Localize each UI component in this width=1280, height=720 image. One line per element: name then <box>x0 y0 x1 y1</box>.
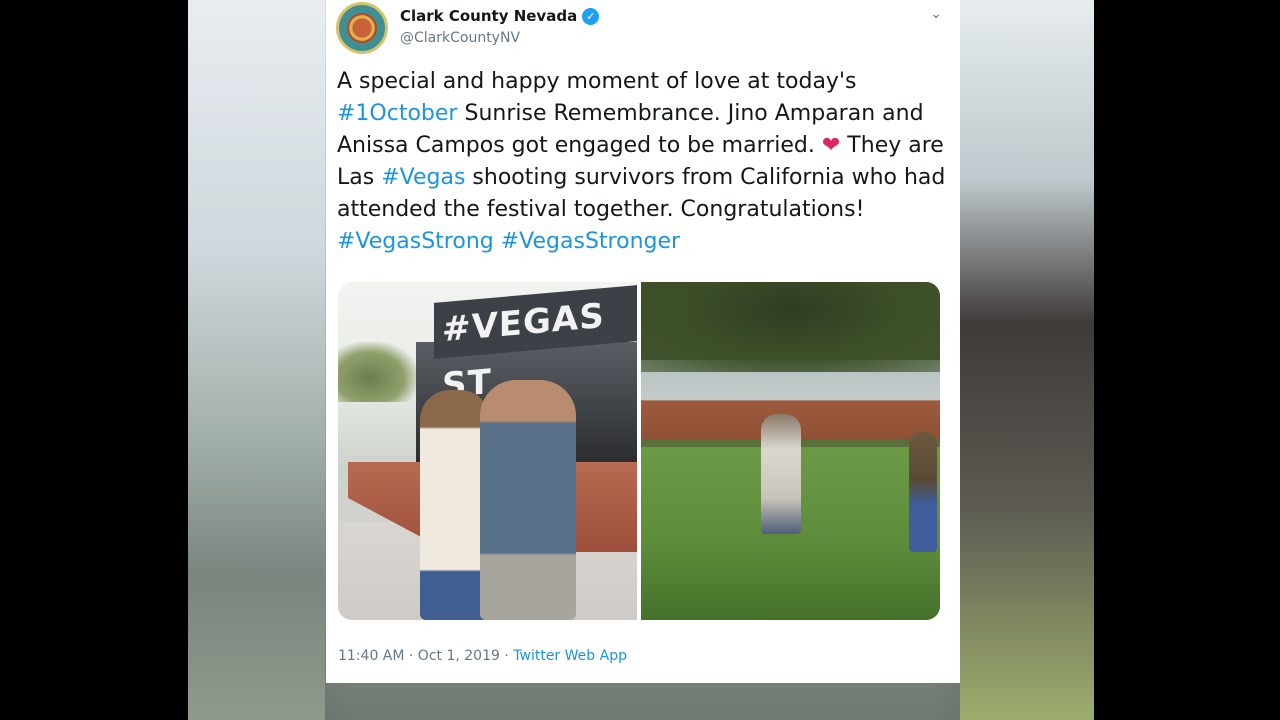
author-name[interactable]: Clark County Nevada <box>400 7 577 25</box>
embracing-couple-figure <box>761 414 801 534</box>
chevron-down-icon[interactable]: ⌄ <box>930 6 942 22</box>
county-seal-logo <box>347 13 377 43</box>
tweet-text: A special and happy moment of love at to… <box>337 66 947 258</box>
text-part: A special and happy moment of love at to… <box>337 69 857 94</box>
photo-couple-stage[interactable]: #VEGAS ST <box>338 282 637 620</box>
background-trees <box>338 342 418 402</box>
tweet-meta: 11:40 AM · Oct 1, 2019 · Twitter Web App <box>338 648 627 664</box>
hashtag-vegasstrong[interactable]: #VegasStrong <box>337 229 494 254</box>
verified-badge-icon: ✓ <box>582 7 600 25</box>
tree-canopy <box>641 282 940 372</box>
text-space <box>494 229 501 254</box>
tweet-card: Clark County Nevada ✓ @ClarkCountyNV ⌄ A… <box>326 0 960 683</box>
photo-park-proposal[interactable] <box>641 282 940 620</box>
source-app-link[interactable]: Twitter Web App <box>513 648 627 664</box>
author-handle[interactable]: @ClarkCountyNV <box>400 30 520 46</box>
hashtag-vegas[interactable]: #Vegas <box>381 165 465 190</box>
tweet-media: #VEGAS ST <box>338 282 940 620</box>
hashtag-vegasstronger[interactable]: #VegasStronger <box>501 229 680 254</box>
blurred-background-right <box>960 0 1094 720</box>
timestamp[interactable]: 11:40 AM · Oct 1, 2019 <box>338 648 500 664</box>
meta-separator: · <box>499 648 514 664</box>
heart-emoji-icon: ❤ <box>821 133 841 158</box>
author-name-row[interactable]: Clark County Nevada ✓ <box>400 7 600 25</box>
avatar[interactable] <box>336 2 388 54</box>
hashtag-1october[interactable]: #1October <box>337 101 457 126</box>
man-figure <box>480 380 576 620</box>
blurred-background-left <box>188 0 325 720</box>
passerby-figure <box>909 432 937 552</box>
